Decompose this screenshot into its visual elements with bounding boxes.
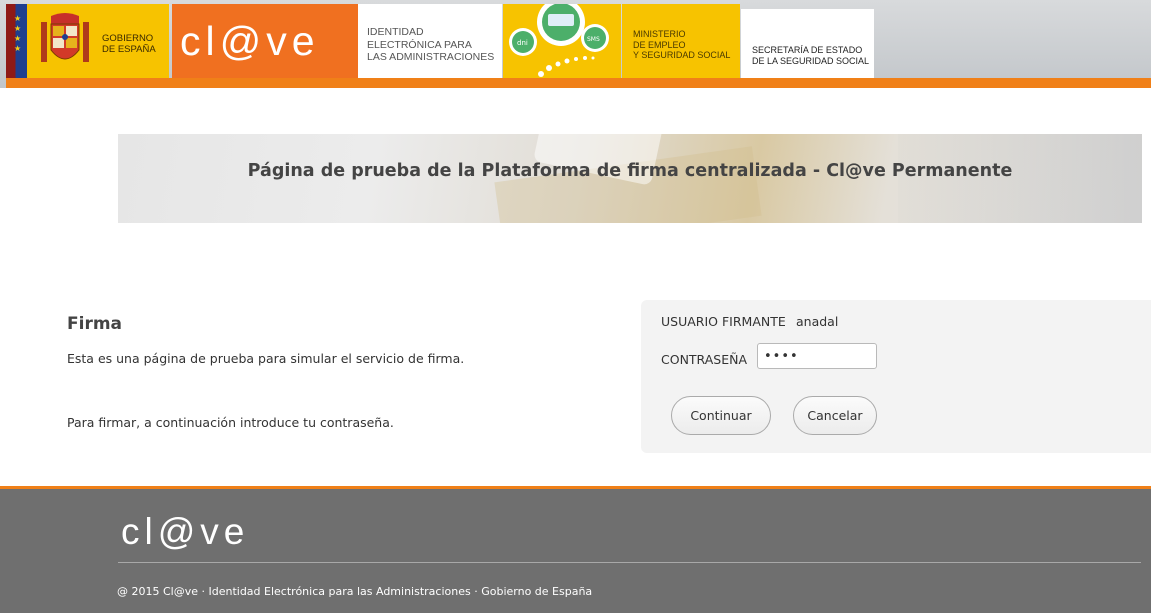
gobierno-espana-logo[interactable]: GOBIERNO DE ESPAÑA bbox=[27, 4, 169, 78]
user-value: anadal bbox=[796, 314, 839, 329]
user-label: USUARIO FIRMANTE bbox=[661, 314, 786, 329]
footer-divider bbox=[118, 562, 1141, 563]
ministerio-empleo-logo[interactable]: MINISTERIO DE EMPLEO Y SEGURIDAD SOCIAL bbox=[622, 4, 740, 78]
secretaria-line2: DE LA SEGURIDAD SOCIAL bbox=[752, 56, 870, 66]
dni-sms-icon: dni SMS bbox=[509, 0, 609, 77]
continue-button[interactable]: Continuar bbox=[671, 396, 771, 435]
cancel-button[interactable]: Cancelar bbox=[793, 396, 877, 435]
password-input[interactable] bbox=[757, 343, 877, 369]
identidad-line2: ELECTRÓNICA PARA bbox=[367, 38, 472, 51]
dni-sms-illustration: dni SMS bbox=[503, 0, 621, 78]
description-text: Esta es una página de prueba para simula… bbox=[67, 351, 465, 366]
footer-clave-logo: cl@ve bbox=[121, 511, 250, 552]
ministerio-line3: Y SEGURIDAD SOCIAL bbox=[633, 50, 731, 60]
dni-label: dni bbox=[517, 39, 528, 47]
page-title: Firma bbox=[67, 314, 123, 334]
sms-label: SMS bbox=[587, 36, 600, 43]
coat-of-arms-icon bbox=[41, 13, 89, 62]
ministerio-line2: DE EMPLEO bbox=[633, 39, 686, 50]
gobierno-line2: DE ESPAÑA bbox=[102, 44, 156, 55]
eu-flag-icon: ★ ★ ★ ★ bbox=[6, 4, 27, 78]
instruction-text: Para firmar, a continuación introduce tu… bbox=[67, 415, 394, 430]
site-header: ★ ★ ★ ★ GOBIERNO DE ESPAÑA cl@ve IDENTIDAD … bbox=[0, 0, 1151, 88]
clave-logo-text: cl@ve bbox=[180, 18, 320, 64]
footer-copyright: @ 2015 Cl@ve · Identidad Electrónica par… bbox=[117, 585, 593, 598]
secretaria-line1: SECRETARÍA DE ESTADO bbox=[752, 45, 863, 55]
site-footer: cl@ve @ 2015 Cl@ve · Identidad Electróni… bbox=[0, 486, 1151, 613]
banner-title: Página de prueba de la Plataforma de fir… bbox=[247, 161, 1013, 181]
ministerio-line1: MINISTERIO bbox=[633, 29, 686, 39]
identidad-line1: IDENTIDAD bbox=[367, 26, 424, 38]
clave-header-logo[interactable]: cl@ve bbox=[172, 4, 358, 78]
identidad-electronica-label: IDENTIDAD ELECTRÓNICA PARA LAS ADMINISTR… bbox=[358, 4, 502, 78]
signature-form: USUARIO FIRMANTE anadal CONTRASEÑA Conti… bbox=[641, 300, 1151, 453]
gobierno-line1: GOBIERNO bbox=[102, 33, 154, 44]
header-orange-bar bbox=[6, 78, 1151, 88]
secretaria-estado-logo[interactable]: SECRETARÍA DE ESTADO DE LA SEGURIDAD SOC… bbox=[741, 9, 874, 78]
password-label: CONTRASEÑA bbox=[661, 352, 748, 367]
identidad-line3: LAS ADMINISTRACIONES bbox=[367, 51, 495, 63]
page-banner: Página de prueba de la Plataforma de fir… bbox=[118, 134, 1142, 223]
